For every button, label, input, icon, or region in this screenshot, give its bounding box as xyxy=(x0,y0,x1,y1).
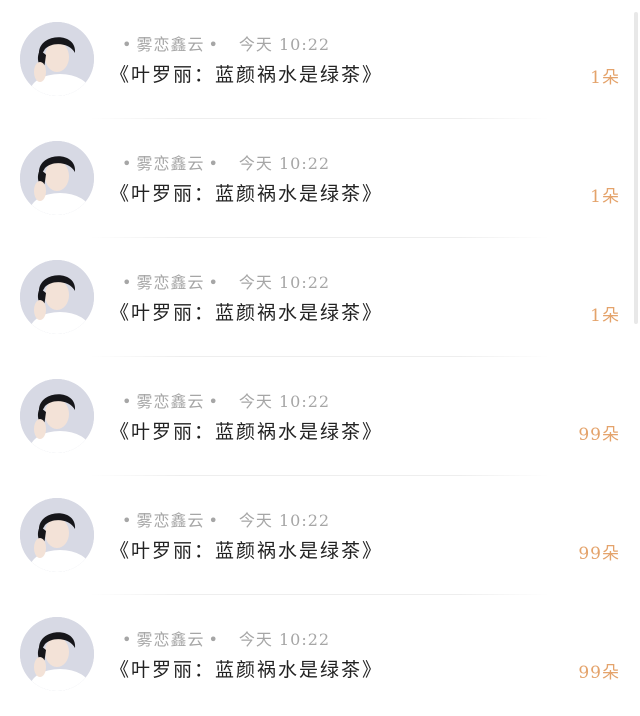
book-title[interactable]: 《叶罗丽：蓝颜祸水是绿茶》 xyxy=(110,60,383,87)
user-avatar-icon xyxy=(20,617,94,691)
sender-name: 雾恋鑫云 xyxy=(136,154,205,173)
avatar[interactable] xyxy=(20,141,94,215)
sender-name: 雾恋鑫云 xyxy=(136,35,205,54)
timestamp: 今天 10:22 xyxy=(238,630,331,649)
book-title[interactable]: 《叶罗丽：蓝颜祸水是绿茶》 xyxy=(110,417,383,444)
list-item[interactable]: • 雾恋鑫云 • 今天 10:22 《叶罗丽：蓝颜祸水是绿茶》 1朵 xyxy=(0,119,640,238)
list-item[interactable]: • 雾恋鑫云 • 今天 10:22 《叶罗丽：蓝颜祸水是绿茶》 99朵 xyxy=(0,357,640,476)
book-title[interactable]: 《叶罗丽：蓝颜祸水是绿茶》 xyxy=(110,298,383,325)
message-meta: • 雾恋鑫云 • 今天 10:22 xyxy=(122,392,331,411)
gift-count: 1朵 xyxy=(590,187,620,207)
avatar[interactable] xyxy=(20,617,94,691)
message-meta: • 雾恋鑫云 • 今天 10:22 xyxy=(122,35,331,54)
message-meta: • 雾恋鑫云 • 今天 10:22 xyxy=(122,154,331,173)
list-item[interactable]: • 雾恋鑫云 • 今天 10:22 《叶罗丽：蓝颜祸水是绿茶》 1朵 xyxy=(0,0,640,119)
list-item[interactable]: • 雾恋鑫云 • 今天 10:22 《叶罗丽：蓝颜祸水是绿茶》 1朵 xyxy=(0,238,640,357)
gift-count: 99朵 xyxy=(578,663,620,683)
message-meta: • 雾恋鑫云 • 今天 10:22 xyxy=(122,511,331,530)
timestamp: 今天 10:22 xyxy=(238,35,331,54)
user-avatar-icon xyxy=(20,141,94,215)
user-avatar-icon xyxy=(20,498,94,572)
user-avatar-icon xyxy=(20,379,94,453)
message-meta: • 雾恋鑫云 • 今天 10:22 xyxy=(122,273,331,292)
scrollbar[interactable] xyxy=(634,12,638,324)
gift-count: 99朵 xyxy=(578,425,620,445)
timestamp: 今天 10:22 xyxy=(238,154,331,173)
timestamp: 今天 10:22 xyxy=(238,273,331,292)
timestamp: 今天 10:22 xyxy=(238,511,331,530)
sender-name: 雾恋鑫云 xyxy=(136,392,205,411)
book-title[interactable]: 《叶罗丽：蓝颜祸水是绿茶》 xyxy=(110,536,383,563)
sender-name: 雾恋鑫云 xyxy=(136,630,205,649)
gift-count: 1朵 xyxy=(590,306,620,326)
book-title[interactable]: 《叶罗丽：蓝颜祸水是绿茶》 xyxy=(110,655,383,682)
list-item[interactable]: • 雾恋鑫云 • 今天 10:22 《叶罗丽：蓝颜祸水是绿茶》 99朵 xyxy=(0,476,640,595)
gift-count: 1朵 xyxy=(590,68,620,88)
avatar[interactable] xyxy=(20,260,94,334)
gift-count: 99朵 xyxy=(578,544,620,564)
sender-name: 雾恋鑫云 xyxy=(136,511,205,530)
list-item[interactable]: • 雾恋鑫云 • 今天 10:22 《叶罗丽：蓝颜祸水是绿茶》 99朵 xyxy=(0,595,640,714)
avatar[interactable] xyxy=(20,22,94,96)
user-avatar-icon xyxy=(20,22,94,96)
user-avatar-icon xyxy=(20,260,94,334)
avatar[interactable] xyxy=(20,498,94,572)
book-title[interactable]: 《叶罗丽：蓝颜祸水是绿茶》 xyxy=(110,179,383,206)
message-meta: • 雾恋鑫云 • 今天 10:22 xyxy=(122,630,331,649)
gift-message-list: • 雾恋鑫云 • 今天 10:22 《叶罗丽：蓝颜祸水是绿茶》 1朵 • 雾恋鑫云 • 今天… xyxy=(0,0,640,716)
timestamp: 今天 10:22 xyxy=(238,392,331,411)
avatar[interactable] xyxy=(20,379,94,453)
sender-name: 雾恋鑫云 xyxy=(136,273,205,292)
